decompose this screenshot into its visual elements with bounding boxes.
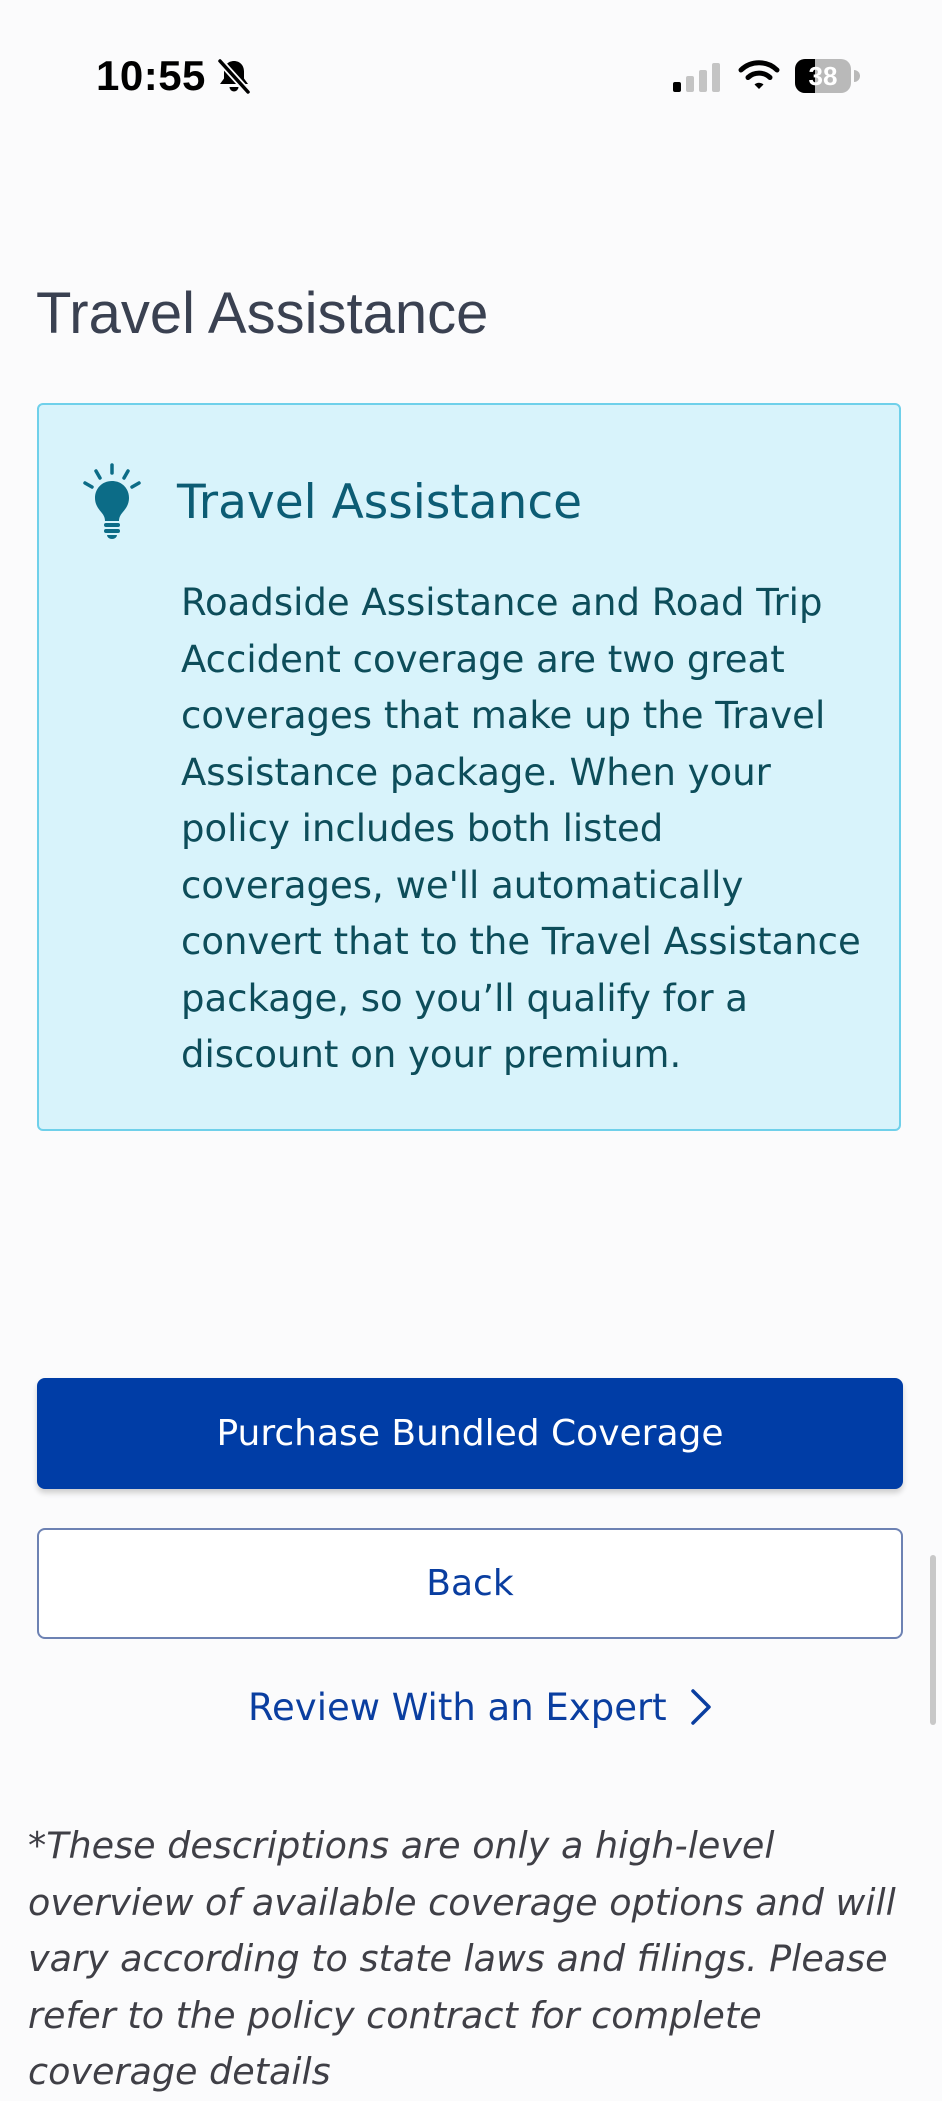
- status-time: 10:55: [96, 52, 206, 99]
- wifi-icon: [738, 60, 780, 89]
- status-bar: 10:55 38: [0, 0, 942, 150]
- scrollbar[interactable]: [930, 1555, 936, 1725]
- page-title: Travel Assistance: [36, 281, 489, 346]
- tip-body: Roadside Assistance and Road Trip Accide…: [181, 581, 861, 1076]
- tip-card: Travel Assistance Roadside Assistance an…: [37, 403, 901, 1131]
- review-with-expert-label: Review With an Expert: [248, 1685, 667, 1729]
- review-with-expert-link[interactable]: Review With an Expert: [248, 1682, 713, 1732]
- chevron-right-icon: [690, 1689, 711, 1725]
- back-button[interactable]: Back: [37, 1528, 903, 1639]
- bell-slash-icon: [217, 58, 251, 95]
- cellular-signal-icon: [673, 63, 720, 92]
- battery-level: 38: [808, 61, 838, 91]
- disclaimer-text: *These descriptions are only a high-leve…: [28, 1824, 896, 2093]
- lightbulb-icon: [83, 463, 141, 539]
- purchase-bundled-coverage-button[interactable]: Purchase Bundled Coverage: [37, 1378, 903, 1489]
- tip-title: Travel Assistance: [177, 475, 583, 530]
